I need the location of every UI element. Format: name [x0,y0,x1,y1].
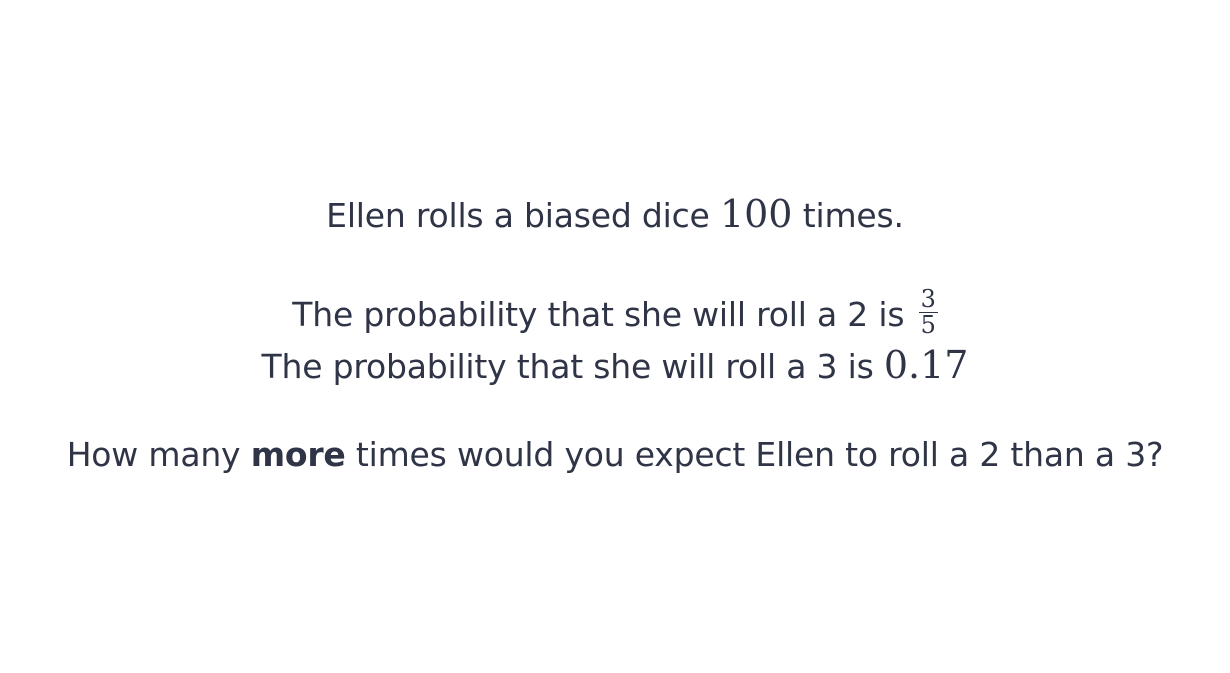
prompt-emphasis: more [250,435,346,474]
line2-text: The probability that she will roll a 2 i… [292,295,915,334]
probability-decimal: 0.17 [883,343,969,387]
question-line-probability-two: The probability that she will roll a 2 i… [0,287,1230,342]
question-line-rolls: Ellen rolls a biased dice 100 times. [0,194,1230,236]
fraction-numerator: 3 [918,285,938,313]
question-content: Ellen rolls a biased dice 100 times. The… [0,0,1230,673]
fraction-denominator: 5 [920,311,936,339]
question-prompt: How many more times would you expect Ell… [0,435,1230,475]
question-line-probability-three: The probability that she will roll a 3 i… [0,345,1230,387]
prompt-text-after: times would you expect Ellen to roll a 2… [345,435,1164,474]
prompt-text-before: How many [66,435,251,474]
line1-text-after: times. [792,196,904,235]
probability-fraction: 35 [918,285,938,339]
line1-text-before: Ellen rolls a biased dice [326,196,720,235]
number-of-rolls: 100 [719,192,793,236]
line3-text: The probability that she will roll a 3 i… [261,347,884,386]
